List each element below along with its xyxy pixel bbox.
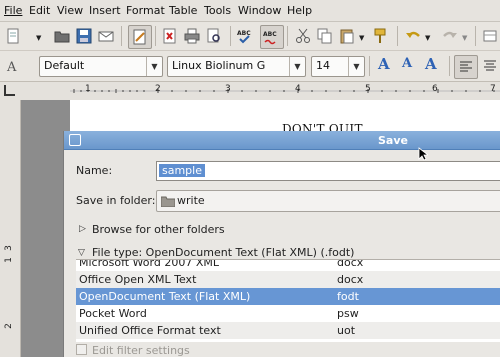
file-type-name: Pocket Word <box>79 307 147 320</box>
paragraph-style-combo[interactable]: Default ▼ <box>39 56 163 77</box>
standard-toolbar: ▼ ABC ABC ▼ ▼ ▼ <box>0 22 500 51</box>
formatting-toolbar: A Default ▼ Linux Biolinum G ▼ 14 ▼ A A … <box>0 51 500 82</box>
list-item[interactable]: Pocket Word psw <box>76 305 500 322</box>
save-icon[interactable] <box>74 26 94 46</box>
open-folder-icon[interactable] <box>52 26 72 46</box>
ruler-mark: 4 <box>295 84 301 94</box>
menu-file[interactable]: File <box>4 4 22 17</box>
dialog-title: Save <box>378 134 408 147</box>
list-item-selected[interactable]: OpenDocument Text (Flat XML) fodt <box>76 288 500 305</box>
print-preview-icon[interactable] <box>204 26 224 46</box>
menu-format[interactable]: Format <box>126 4 165 17</box>
email-icon[interactable] <box>96 26 116 46</box>
ruler-mark: 3 <box>225 84 231 94</box>
tab-stop-icon[interactable] <box>4 85 15 96</box>
chevron-down-icon[interactable]: ▼ <box>359 34 364 42</box>
align-left-icon[interactable] <box>454 55 478 79</box>
ruler-mark: 2 <box>155 84 161 94</box>
paragraph-style-value: Default <box>44 59 85 72</box>
paste-icon[interactable] <box>337 26 357 46</box>
svg-text:A: A <box>6 60 17 74</box>
chevron-down-icon[interactable]: ▼ <box>36 34 41 42</box>
save-in-folder-value: write <box>177 194 205 207</box>
menu-window[interactable]: Window <box>238 4 281 17</box>
chevron-down-icon[interactable]: ▼ <box>348 57 364 76</box>
file-type-name: Unified Office Format text <box>79 324 221 337</box>
more-tools-icon[interactable] <box>480 26 500 46</box>
menu-view[interactable]: View <box>57 4 83 17</box>
undo-icon[interactable] <box>403 26 423 46</box>
clone-format-icon[interactable] <box>370 26 390 46</box>
ruler-mark: 5 <box>365 84 371 94</box>
export-pdf-icon[interactable] <box>160 26 180 46</box>
horizontal-ruler[interactable]: 1 2 3 4 5 6 7 <box>0 82 500 101</box>
file-type-ext: docx <box>337 273 364 286</box>
menu-insert[interactable]: Insert <box>89 4 121 17</box>
align-center-icon[interactable] <box>480 56 500 76</box>
font-name-combo[interactable]: Linux Biolinum G ▼ <box>167 56 306 77</box>
chevron-down-icon[interactable]: ▼ <box>289 57 305 76</box>
cut-icon[interactable] <box>293 26 313 46</box>
ruler-mark: 2 <box>3 323 14 329</box>
font-color-icon[interactable]: A <box>425 55 437 73</box>
ruler-mark: 1 <box>85 84 91 94</box>
copy-icon[interactable] <box>315 26 335 46</box>
file-type-ext: psw <box>337 307 359 320</box>
svg-text:ABC: ABC <box>237 30 251 37</box>
chevron-down-icon[interactable]: ▼ <box>146 57 162 76</box>
new-document-icon[interactable] <box>3 26 23 46</box>
menu-bar: File Edit View Insert Format Table Tools… <box>0 0 500 22</box>
list-item[interactable]: Office Open XML Text docx <box>76 271 500 288</box>
menu-tools[interactable]: Tools <box>204 4 231 17</box>
file-type-name: OpenDocument Text (Flat XML) <box>79 290 251 303</box>
file-type-name: Microsoft Word 2007 XML <box>79 259 219 269</box>
redo-icon[interactable] <box>440 26 460 46</box>
name-label: Name: <box>76 164 113 177</box>
ruler-mark: 6 <box>432 84 438 94</box>
font-size-combo[interactable]: 14 ▼ <box>311 56 365 77</box>
print-icon[interactable] <box>182 26 202 46</box>
styles-icon[interactable]: A <box>3 56 23 76</box>
shrink-font-icon[interactable]: A <box>402 56 412 71</box>
ruler-mark: 1 <box>3 257 14 263</box>
expander-collapsed-icon[interactable]: ▷ <box>79 224 86 234</box>
close-icon[interactable] <box>69 134 81 146</box>
file-type-name: Office Open XML Text <box>79 273 197 286</box>
edit-mode-icon[interactable] <box>128 25 152 49</box>
dialog-titlebar[interactable]: Save <box>64 131 500 150</box>
svg-text:ABC: ABC <box>263 31 277 38</box>
file-type-ext: fodt <box>337 290 359 303</box>
font-size-value: 14 <box>316 59 330 72</box>
file-type-ext: docx <box>337 259 364 269</box>
menu-edit[interactable]: Edit <box>29 4 50 17</box>
ruler-mark: 7 <box>490 84 496 94</box>
chevron-down-icon[interactable]: ▼ <box>425 34 430 42</box>
spellcheck-icon[interactable]: ABC <box>236 26 256 46</box>
expander-expanded-icon[interactable]: ▽ <box>78 248 85 258</box>
name-input[interactable]: sample <box>156 161 500 181</box>
font-name-value: Linux Biolinum G <box>172 59 266 72</box>
list-item[interactable]: Microsoft Word 2007 XML docx <box>76 259 500 271</box>
file-type-list[interactable]: Microsoft Word 2007 XML docx Office Open… <box>76 259 500 342</box>
grow-font-icon[interactable]: A <box>378 55 390 73</box>
mouse-cursor-icon <box>418 147 428 161</box>
file-type-expander[interactable]: File type: OpenDocument Text (Flat XML) … <box>92 246 354 259</box>
edit-filter-label: Edit filter settings <box>92 344 190 357</box>
list-item[interactable]: Unified Office Format text uot <box>76 322 500 339</box>
save-in-folder-combo[interactable]: write <box>156 190 500 212</box>
edit-filter-settings[interactable]: Edit filter settings <box>76 344 190 357</box>
ruler-mark: 3 <box>3 245 14 251</box>
folder-icon <box>161 196 175 207</box>
browse-folders-expander[interactable]: Browse for other folders <box>92 223 225 236</box>
vertical-ruler[interactable]: 1 2 3 <box>0 100 21 357</box>
menu-table[interactable]: Table <box>169 4 197 17</box>
menu-help[interactable]: Help <box>287 4 312 17</box>
file-type-ext: uot <box>337 324 356 337</box>
save-in-folder-label: Save in folder: <box>76 194 156 207</box>
save-dialog: Save Name: sample Save in folder: write … <box>63 131 500 357</box>
edit-filter-checkbox[interactable] <box>76 344 87 355</box>
chevron-down-icon[interactable]: ▼ <box>462 34 467 42</box>
name-input-value: sample <box>159 164 205 177</box>
autospellcheck-icon[interactable]: ABC <box>260 25 284 49</box>
